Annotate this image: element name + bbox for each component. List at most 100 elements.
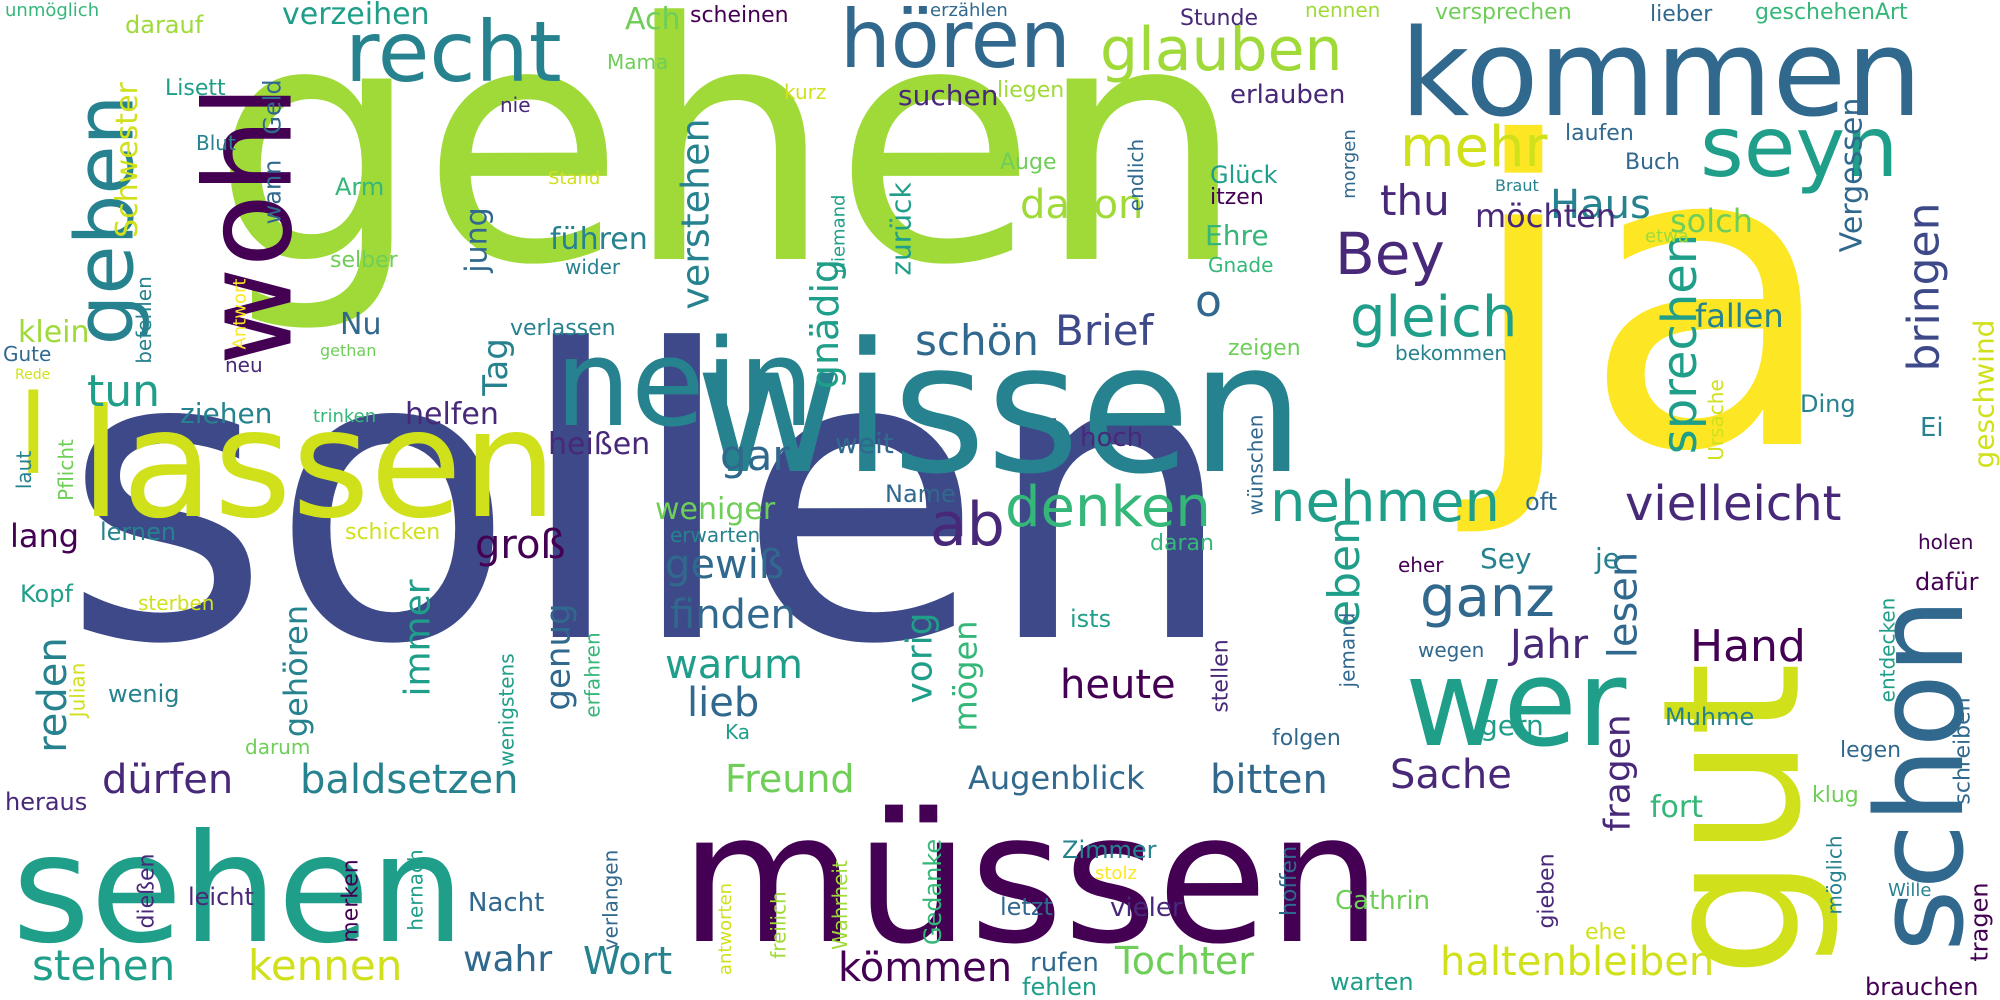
word-letzt: letzt xyxy=(1000,893,1053,921)
word-gleich: gleich xyxy=(1350,285,1518,350)
word-selber: selber xyxy=(330,248,398,273)
word-Wahrheit: Wahrheit xyxy=(827,860,852,950)
word-Buch: Buch xyxy=(1625,150,1681,175)
word-stolz: stolz xyxy=(1095,863,1137,884)
word-ziehen: ziehen xyxy=(180,397,273,430)
word-Julian: Julian xyxy=(65,662,90,718)
word-Geld: Geld xyxy=(258,79,287,135)
word-geschwind: geschwind xyxy=(1967,319,2000,469)
word-Tag: Tag xyxy=(475,338,516,396)
word-zurueck: zurück xyxy=(884,182,918,276)
word-Augenblick: Augenblick xyxy=(968,759,1145,797)
word-moegen: mögen xyxy=(946,620,985,732)
word-Gedanke: Gedanke xyxy=(919,838,948,946)
word-leicht: leicht xyxy=(188,883,254,911)
word-erlauben: erlauben xyxy=(1230,80,1346,110)
word-fallen: fallen xyxy=(1695,297,1784,335)
word-wider: wider xyxy=(565,255,621,279)
word-bitten: bitten xyxy=(1210,757,1328,803)
word-laufen: laufen xyxy=(1565,121,1634,146)
word-Mama: Mama xyxy=(607,50,669,74)
word-moechten: möchten xyxy=(1475,197,1617,235)
word-koemmen: kömmen xyxy=(838,945,1013,991)
word-vorig: vorig xyxy=(899,612,941,704)
word-Nacht: Nacht xyxy=(468,888,545,918)
word-cloud: sollen gehen ja wissen sehen müssen komm… xyxy=(0,0,2000,1000)
word-heute: heute xyxy=(1060,662,1176,708)
word-nehmen: nehmen xyxy=(1270,470,1500,535)
word-Gnade: Gnade xyxy=(1208,253,1274,277)
word-gieben: gieben xyxy=(1534,853,1560,929)
word-antworten: antworten xyxy=(715,882,737,976)
word-lieb: lieb xyxy=(687,680,760,726)
word-suchen: suchen xyxy=(898,79,999,112)
word-wenigstens: wenigstens xyxy=(494,653,519,767)
word-Ka: Ka xyxy=(725,720,751,744)
word-Blut: Blut xyxy=(196,131,236,155)
word-Gluck: Glück xyxy=(1210,161,1278,189)
word-Vergessen: Vergessen xyxy=(1834,97,1870,253)
word-duerfen: dürfen xyxy=(102,757,234,803)
word-wuenschen: wünschen xyxy=(1243,414,1268,516)
word-sterben: sterben xyxy=(138,591,215,615)
word-kennen: kennen xyxy=(248,941,403,990)
word-entdecken: entdecken xyxy=(1875,597,1900,703)
word-thu: thu xyxy=(1380,176,1450,225)
word-wann: wann xyxy=(258,159,287,225)
word-wahr: wahr xyxy=(463,939,553,980)
word-Pflicht: Pflicht xyxy=(53,439,78,501)
word-Freund: Freund xyxy=(725,757,855,801)
word-Antwort: Antwort xyxy=(229,278,251,350)
word-stellen: stellen xyxy=(1208,639,1234,713)
word-jemand: jemand xyxy=(1335,612,1360,688)
word-Wille: Wille xyxy=(1888,880,1932,901)
word-mehr: mehr xyxy=(1400,115,1548,180)
word-schicken: schicken xyxy=(345,520,441,545)
word-bekommen: bekommen xyxy=(1395,341,1508,365)
word-morgen: morgen xyxy=(1338,129,1360,199)
word-Ding: Ding xyxy=(1800,390,1856,418)
word-verzeihen: verzeihen xyxy=(282,0,430,32)
word-Cathrin: Cathrin xyxy=(1335,886,1431,916)
word-darauf: darauf xyxy=(125,11,204,39)
word-freilich: freilich xyxy=(766,891,791,959)
word-unmoeglich: unmöglich xyxy=(5,0,100,21)
word-niemand: niemand xyxy=(828,194,850,274)
word-fort: fort xyxy=(1650,790,1704,825)
word-erzaehlen: erzählen xyxy=(930,0,1008,21)
word-brauchen: brauchen xyxy=(1865,973,1979,1000)
word-tragen: tragen xyxy=(1965,882,1994,962)
word-Arm: Arm xyxy=(335,173,385,201)
word-moeglich: möglich xyxy=(1822,835,1847,915)
word-Schwester: Schwester xyxy=(109,82,145,238)
word-legen: legen xyxy=(1840,738,1902,763)
word-Hand: Hand xyxy=(1690,621,1806,672)
word-fehlen: fehlen xyxy=(1022,973,1098,1000)
word-verstehen: verstehen xyxy=(673,118,718,310)
word-vieler: vieler xyxy=(1110,893,1183,923)
word-baldsetzen: baldsetzen xyxy=(300,757,519,803)
word-folgen: folgen xyxy=(1272,726,1341,751)
word-gar: gar xyxy=(720,431,790,480)
word-laut: laut xyxy=(12,450,37,490)
word-endlich: endlich xyxy=(1124,138,1149,212)
word-hoffen: hoffen xyxy=(1277,845,1303,917)
word-gethan: gethan xyxy=(320,341,377,360)
word-Sache: Sache xyxy=(1390,752,1512,798)
word-fragen: fragen xyxy=(1597,714,1639,832)
word-Jahr: Jahr xyxy=(1510,622,1589,668)
word-klug: klug xyxy=(1812,783,1859,808)
word-Brief: Brief xyxy=(1055,306,1154,355)
word-weniger: weniger xyxy=(655,492,776,527)
word-weit: weit xyxy=(835,427,894,460)
word-schoen: schön xyxy=(915,316,1039,365)
word-hoch: hoch xyxy=(1080,423,1144,453)
word-fuehren: führen xyxy=(550,222,648,257)
word-hernach: hernach xyxy=(403,849,428,931)
word-ehe: ehe xyxy=(1585,920,1627,945)
word-Ehre: Ehre xyxy=(1205,219,1269,252)
word-geschehenArt: geschehenArt xyxy=(1755,0,1908,25)
word-merken: merken xyxy=(338,859,364,943)
word-Braut: Braut xyxy=(1495,176,1539,195)
word-eben: eben xyxy=(1318,517,1370,627)
